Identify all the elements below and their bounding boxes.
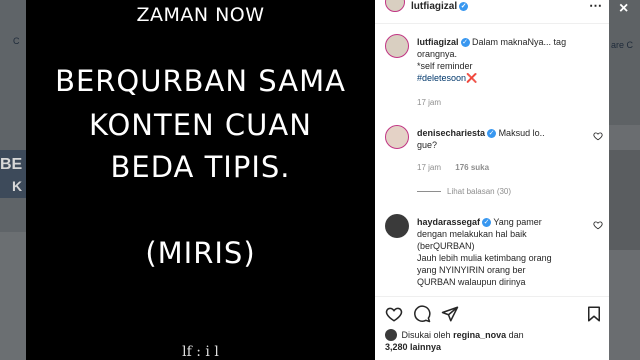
heart-icon[interactable]: [385, 305, 403, 323]
background-page-right: × are C: [609, 0, 640, 360]
cross-mark-emoji: ❌: [466, 73, 478, 83]
comment-body: yang NYINYIRIN orang ber: [417, 265, 526, 275]
username[interactable]: denisechariesta: [417, 128, 485, 138]
caption: lutfiagizal ✓ Dalam maknaNya... tag orang…: [375, 34, 609, 114]
like-comment-heart-icon[interactable]: [593, 220, 603, 230]
comment-meta: 17 jam 176 suka: [417, 163, 501, 172]
hashtag-link[interactable]: #deletesoon: [417, 73, 466, 83]
close-icon[interactable]: ×: [619, 0, 628, 18]
comment-text: denisechariesta ✓ Maksud lo.. gue?: [417, 127, 587, 151]
background-text: C: [13, 36, 20, 46]
more-options-icon[interactable]: ⋯: [589, 0, 603, 14]
avatar[interactable]: [385, 34, 409, 58]
comment-body: (berQURBAN): [417, 241, 475, 251]
comment-body: gue?: [417, 140, 438, 150]
comment-body: Jauh lebih mulia ketimbang orang: [417, 253, 552, 263]
comment-icon[interactable]: [413, 305, 431, 323]
comment-likes[interactable]: 176 suka: [455, 163, 489, 172]
background-block: [609, 0, 640, 125]
background-text: are C: [611, 40, 634, 50]
avatar[interactable]: [385, 125, 409, 149]
comment-body: dengan melakukan hal baik: [417, 229, 527, 239]
view-replies-button[interactable]: Lihat balasan (30): [417, 187, 511, 196]
background-block: [609, 150, 640, 250]
comment-time[interactable]: 17 jam: [417, 163, 441, 172]
likes-count[interactable]: 3,280 lainnya: [385, 342, 441, 352]
post-author[interactable]: lutfiagizal ✓: [411, 1, 469, 12]
post-image-text: ZAMAN NOW: [136, 4, 265, 26]
verified-badge-icon: ✓: [487, 129, 497, 138]
comment: haydarassegaf ✓ Yang pamer dengan melakuk…: [375, 214, 609, 294]
post-image-text: BEDA TIPIS.: [110, 150, 291, 184]
comment-body: Yang pamer: [493, 217, 542, 227]
verified-badge-icon: ✓: [459, 2, 469, 11]
comment-time[interactable]: 17 jam: [417, 98, 441, 107]
post-actions: Disukai oleh regina_nova dan 3,280 lainn…: [375, 296, 609, 360]
background-text: BE: [0, 156, 23, 173]
avatar[interactable]: [385, 0, 405, 12]
comment-text: haydarassegaf ✓ Yang pamer dengan melakuk…: [417, 216, 587, 288]
verified-badge-icon: ✓: [482, 218, 492, 227]
likes-prefix: Disukai oleh: [401, 330, 451, 340]
bookmark-icon[interactable]: [585, 305, 603, 323]
comment: denisechariesta ✓ Maksud lo.. gue? 17 jam…: [375, 125, 609, 205]
comment-text: lutfiagizal ✓ Dalam maknaNya... tag orang…: [417, 36, 587, 84]
post-side-panel: lutfiagizal ✓ ⋯ lutfiagizal ✓ Dalam maknaN…: [375, 0, 609, 360]
liker-username[interactable]: regina_nova: [453, 330, 506, 340]
post-image-text: KONTEN CUAN: [89, 108, 312, 142]
divider: [417, 191, 441, 192]
post-image-text: BERQURBAN SAMA: [55, 64, 346, 98]
comment-body: QURBAN walaupun dirinya: [417, 277, 526, 287]
view-replies-label: Lihat balasan (30): [447, 187, 512, 196]
post-image[interactable]: ZAMAN NOW BERQURBAN SAMA KONTEN CUAN BED…: [26, 0, 375, 360]
likes-summary: Disukai oleh regina_nova dan 3,280 lainn…: [385, 329, 605, 353]
comment-body: *self reminder: [417, 61, 473, 71]
share-icon[interactable]: [441, 305, 459, 323]
post-image-text: (MIRIS): [145, 236, 256, 270]
avatar[interactable]: [385, 214, 409, 238]
verified-badge-icon: ✓: [460, 38, 470, 47]
avatar: [385, 329, 397, 341]
comment-body: Maksud lo..: [498, 128, 545, 138]
post-header: lutfiagizal ✓ ⋯: [375, 0, 609, 24]
likes-and: dan: [508, 330, 524, 340]
username[interactable]: lutfiagizal: [411, 1, 457, 12]
background-block: [0, 232, 26, 360]
comment-meta: 17 jam: [417, 98, 453, 107]
background-page-left: C BE K: [0, 0, 26, 360]
screen: C BE K × are C ZAMAN NOW BERQURBAN SAMA …: [0, 0, 640, 360]
username[interactable]: lutfiagizal: [417, 37, 459, 47]
like-comment-heart-icon[interactable]: [593, 131, 603, 141]
background-text: K: [12, 178, 23, 194]
username[interactable]: haydarassegaf: [417, 217, 480, 227]
post-image-text: lf : i l: [182, 344, 219, 360]
